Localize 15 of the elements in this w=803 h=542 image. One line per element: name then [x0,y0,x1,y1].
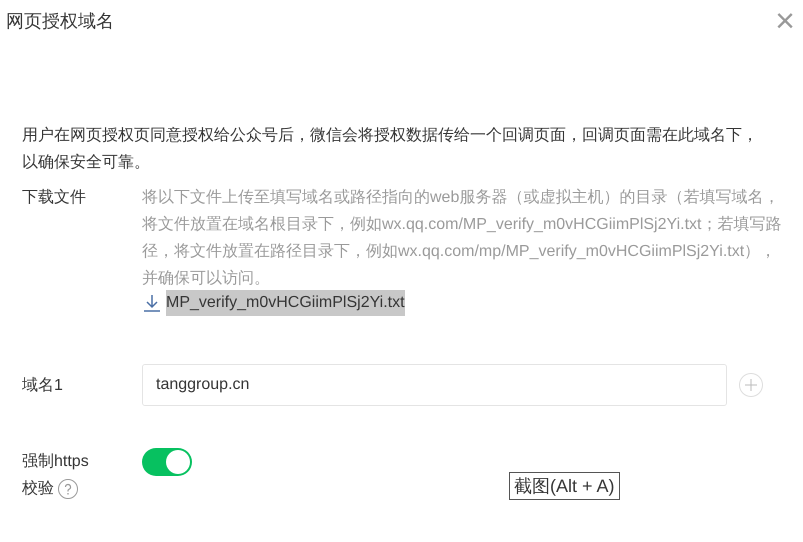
field-label: 强制https [22,452,89,472]
tooltip: 截图(Alt + A) [509,472,620,500]
help-icon[interactable] [58,478,78,498]
field-label: 校验 [22,479,54,499]
dialog-title: 网页授权域名 [6,10,114,33]
field-label: 域名1 [22,376,64,396]
description-text: 用户在网页授权页同意授权给公众号后，微信会将授权数据传给一个回调页面，回调页面需在此域名下，以确保安全可靠。 [22,126,759,173]
add-button[interactable] [739,373,763,397]
domain-input[interactable]: tanggroup.cn [142,364,728,406]
https-switch[interactable] [142,448,192,476]
plus-icon [745,379,758,391]
instruction-text: 将以下文件上传至填写域名或路径指向的web服务器（或虚拟主机）的目录（若填写域名，将文件放置在域名根目录下，例如wx.qq.com/MP_verify_m0vHCGiimPlSj2Yi.txt；若填写路径，将文件放置在路径目录下，例如wx.qq.com/mp/MP_verify_m0vHCGiimPlSj2Yi.txt），并确保可以访问。 [142,188,782,289]
download-icon [142,293,162,313]
field-label: 下载文件 [22,188,87,208]
file-link[interactable]: MP_verify_m0vHCGiimPlSj2Yi.txt [166,290,405,316]
